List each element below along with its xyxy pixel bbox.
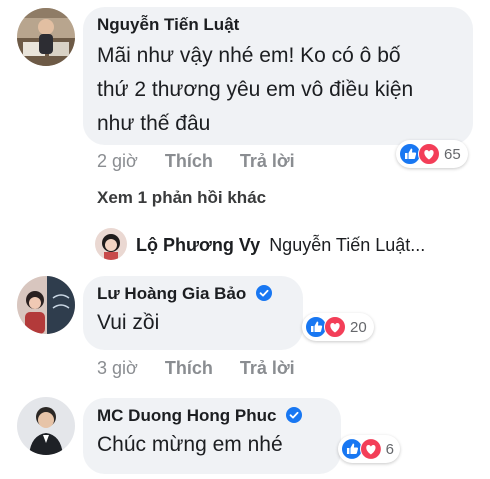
reply-snippet: Nguyễn Tiến Luật... [269, 235, 426, 255]
reply-author[interactable]: Lộ Phương Vy [136, 235, 260, 255]
reply-preview[interactable]: Lộ Phương Vy Nguyễn Tiến Luật... [136, 235, 425, 256]
comment-text: Chúc mừng em nhé [97, 433, 283, 456]
reaction-count: 6 [385, 440, 394, 458]
avatar-photo [95, 228, 127, 260]
comment-text-line: thứ 2 thương yêu em vô điều kiện [97, 78, 414, 101]
verified-badge-icon [286, 407, 303, 423]
avatar-photo [17, 397, 75, 455]
avatar-lu-hoang-gia-bao[interactable] [17, 276, 75, 334]
avatar-lo-phuong-vy[interactable] [95, 228, 127, 260]
reaction-summary[interactable]: 6 [338, 435, 400, 463]
love-icon [418, 143, 440, 165]
comment-bubble: Lư Hoàng Gia Bảo Vui zồi [83, 276, 303, 350]
comment-bubble: MC Duong Hong Phuc Chúc mừng em nhé [83, 398, 341, 474]
avatar-photo [17, 276, 75, 334]
avatar-photo [17, 8, 75, 66]
reply-button[interactable]: Trả lời [240, 151, 295, 171]
comment-author-row: Lư Hoàng Gia Bảo [97, 284, 289, 304]
comment-text-line: Mãi như vậy nhé em! Ko có ô bố [97, 44, 401, 67]
comment-time[interactable]: 2 giờ [97, 151, 138, 171]
avatar-mc-duong-hong-phuc[interactable] [17, 397, 75, 455]
view-more-replies-link[interactable]: Xem 1 phản hồi khác [97, 188, 266, 208]
comment-text: Vui zồi [97, 311, 160, 334]
comment-time[interactable]: 3 giờ [97, 358, 138, 378]
reaction-count: 65 [444, 145, 461, 163]
avatar-nguyen-tien-luat[interactable] [17, 8, 75, 66]
comment-author[interactable]: Nguyễn Tiến Luật [97, 15, 459, 35]
comment-actions: 3 giờ Thích Trả lời [97, 358, 295, 379]
comment-author[interactable]: MC Duong Hong Phuc [97, 406, 276, 425]
comment-author-row: MC Duong Hong Phuc [97, 406, 327, 426]
comment-thread: Nguyễn Tiến Luật Mãi như vậy nhé em! Ko … [0, 0, 490, 479]
reaction-count: 20 [350, 318, 367, 336]
love-icon [359, 438, 382, 460]
comment-text-line: như thế đâu [97, 112, 211, 135]
reaction-summary[interactable]: 65 [396, 140, 468, 168]
reply-button[interactable]: Trả lời [240, 358, 295, 378]
like-button[interactable]: Thích [165, 151, 213, 171]
like-button[interactable]: Thích [165, 358, 213, 378]
comment-actions: 2 giờ Thích Trả lời [97, 151, 295, 172]
reaction-summary[interactable]: 20 [302, 313, 374, 341]
comment-author[interactable]: Lư Hoàng Gia Bảo [97, 284, 246, 303]
verified-badge-icon [256, 285, 272, 301]
love-icon [324, 316, 346, 338]
comment-bubble: Nguyễn Tiến Luật Mãi như vậy nhé em! Ko … [83, 7, 473, 145]
